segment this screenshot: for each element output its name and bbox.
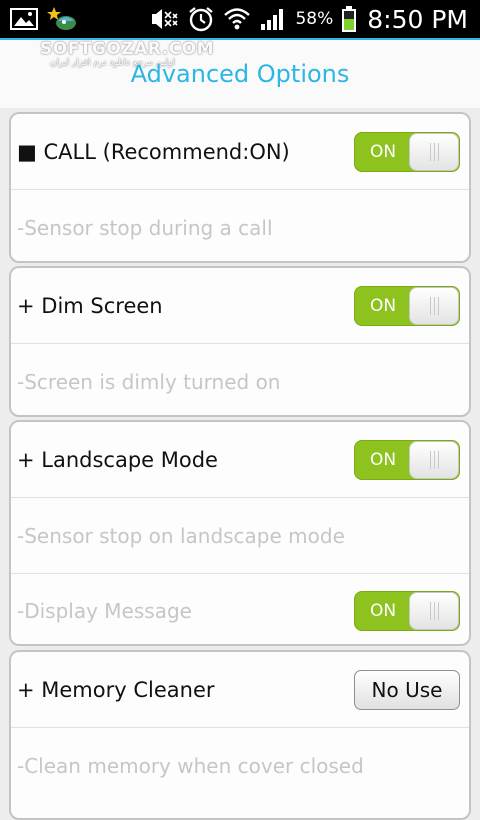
clock: 8:50 PM bbox=[367, 4, 468, 34]
memory-cleaner-button[interactable]: No Use bbox=[354, 669, 460, 710]
landscape-description-row: -Sensor stop on landscape mode bbox=[11, 497, 469, 573]
call-label: ■ CALL (Recommend:ON) bbox=[17, 139, 290, 164]
dim-screen-card: + Dim Screen ON -Screen is dimly turned … bbox=[9, 266, 471, 417]
call-description: -Sensor stop during a call bbox=[17, 215, 273, 240]
gallery-icon bbox=[10, 7, 38, 31]
wifi-icon bbox=[223, 6, 251, 32]
watermark-text: SOFTGOZAR.COM bbox=[40, 39, 215, 59]
toggle-knob bbox=[409, 132, 459, 171]
display-message-label: -Display Message bbox=[17, 599, 192, 623]
toggle-on-text: ON bbox=[369, 449, 397, 470]
dim-screen-toggle[interactable]: ON bbox=[354, 285, 460, 326]
toggle-on-text: ON bbox=[369, 141, 397, 162]
landscape-row: + Landscape Mode ON bbox=[11, 422, 469, 497]
battery-icon bbox=[341, 5, 357, 33]
status-bar: 58% 8:50 PM bbox=[0, 0, 480, 38]
toggle-on-text: ON bbox=[369, 295, 397, 316]
signal-icon bbox=[259, 6, 287, 32]
alarm-icon bbox=[187, 5, 215, 33]
display-message-toggle[interactable]: ON bbox=[354, 591, 460, 631]
memory-cleaner-description-row: -Clean memory when cover closed bbox=[11, 727, 469, 803]
memory-cleaner-description: -Clean memory when cover closed bbox=[17, 753, 364, 778]
battery-percent: 58% bbox=[295, 9, 334, 29]
toggle-knob bbox=[409, 286, 459, 325]
silent-mode-icon bbox=[149, 6, 179, 32]
landscape-toggle[interactable]: ON bbox=[354, 439, 460, 480]
landscape-card: + Landscape Mode ON -Sensor stop on land… bbox=[9, 420, 471, 646]
landscape-description: -Sensor stop on landscape mode bbox=[17, 523, 345, 548]
call-toggle[interactable]: ON bbox=[354, 131, 460, 172]
call-row: ■ CALL (Recommend:ON) ON bbox=[11, 114, 469, 189]
toggle-knob bbox=[409, 440, 459, 479]
memory-cleaner-label: + Memory Cleaner bbox=[17, 677, 215, 702]
call-description-row: -Sensor stop during a call bbox=[11, 189, 469, 261]
dim-screen-description: -Screen is dimly turned on bbox=[17, 369, 281, 394]
memory-cleaner-card: + Memory Cleaner No Use -Clean memory wh… bbox=[9, 650, 471, 820]
page-title: Advanced Options bbox=[130, 60, 350, 88]
landscape-label: + Landscape Mode bbox=[17, 447, 218, 472]
dim-screen-description-row: -Screen is dimly turned on bbox=[11, 343, 469, 415]
toggle-on-text: ON bbox=[369, 601, 397, 621]
display-message-row: -Display Message ON bbox=[11, 573, 469, 644]
dim-screen-label: + Dim Screen bbox=[17, 293, 163, 318]
game-notification-icon bbox=[46, 5, 78, 33]
toggle-knob bbox=[409, 592, 459, 630]
title-bar: SOFTGOZAR.COM اولین مرجع دانلود نرم افزا… bbox=[0, 38, 480, 108]
dim-screen-row: + Dim Screen ON bbox=[11, 268, 469, 343]
memory-cleaner-row: + Memory Cleaner No Use bbox=[11, 652, 469, 727]
call-card: ■ CALL (Recommend:ON) ON -Sensor stop du… bbox=[9, 112, 471, 263]
